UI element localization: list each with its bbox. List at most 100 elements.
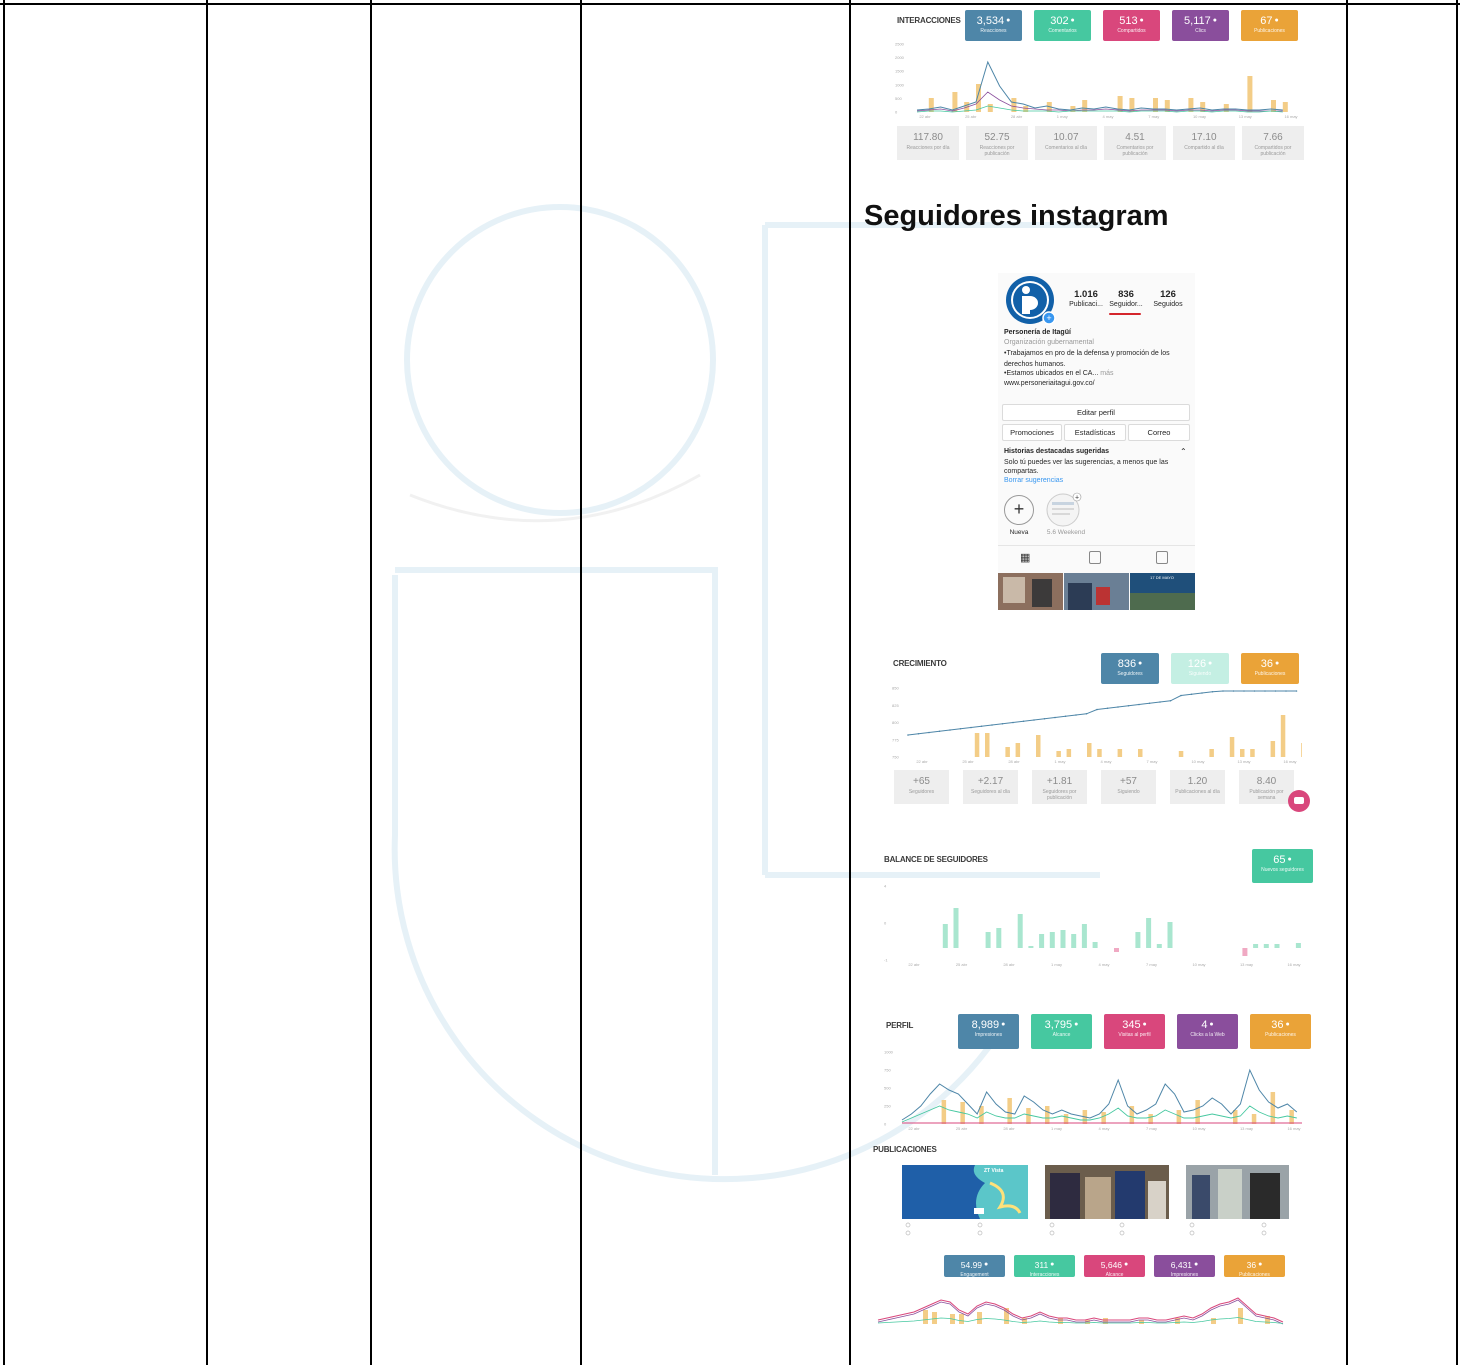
stat-value: +57: [1120, 776, 1137, 787]
badge-label: Publicaciones: [1265, 1032, 1296, 1038]
point: [970, 726, 972, 729]
bar: [1148, 1114, 1153, 1124]
compartidos-badge[interactable]: 513Compartidos: [1103, 10, 1160, 41]
badge-value: 4: [1177, 1014, 1238, 1032]
followers-label[interactable]: Seguidor...: [1106, 301, 1146, 308]
bar: [1270, 741, 1276, 757]
point: [1180, 694, 1182, 697]
bar: [1114, 948, 1119, 952]
x-tick-label: 7 may: [1148, 114, 1159, 119]
impresiones-badge[interactable]: 8,989Impresiones: [958, 1014, 1019, 1049]
impresiones-badge[interactable]: 6,431Impresiones: [1154, 1255, 1215, 1278]
stat-value: 7.66: [1263, 132, 1283, 143]
stat-value: 1.20: [1187, 776, 1208, 787]
x-tick-label: 4 may: [1101, 759, 1112, 764]
reacciones-badge[interactable]: 3,534Reacciones: [965, 10, 1022, 41]
more-link[interactable]: más: [1100, 370, 1113, 377]
profile-website-link[interactable]: www.personeriaitagui.gov.co/: [1004, 380, 1095, 387]
publicaciones-badge[interactable]: 36Publicaciones: [1241, 653, 1299, 684]
promotions-button[interactable]: Promociones: [1002, 424, 1062, 441]
seguidores-badge[interactable]: 836Seguidores: [1101, 653, 1159, 684]
new-highlight-plus-icon[interactable]: +: [1004, 495, 1034, 525]
tagged-icon[interactable]: [1156, 551, 1168, 564]
grid-view-icon[interactable]: ▦: [1020, 551, 1030, 564]
bar: [1195, 1100, 1200, 1124]
publicaciones-badge[interactable]: 36Publicaciones: [1250, 1014, 1311, 1049]
y-tick-label: 775: [892, 737, 899, 742]
y-tick-label: 750: [892, 755, 899, 760]
bar: [1097, 749, 1102, 757]
publicaciones-thumbnails[interactable]: ZT Vista: [900, 1163, 1300, 1241]
bar: [1071, 934, 1077, 948]
bar: [985, 932, 991, 948]
igtv-icon[interactable]: [1089, 551, 1101, 564]
highlights-title: Historias destacadas sugeridas: [1004, 448, 1110, 455]
bar: [1211, 1318, 1216, 1324]
y-tick-label: 0: [884, 921, 887, 926]
profile-avatar[interactable]: +: [1006, 276, 1056, 326]
column-border: [849, 0, 851, 1365]
y-tick-label: 500: [884, 1086, 891, 1091]
badge-value: 5,117: [1172, 10, 1229, 28]
x-tick-label: 4 may: [1099, 962, 1110, 967]
weekend-highlight-thumb[interactable]: +: [1046, 492, 1086, 528]
y-tick-label: 4: [884, 884, 887, 889]
comentarios-badge[interactable]: 302Comentarios: [1034, 10, 1091, 41]
publicaciones-badge[interactable]: 36Publicaciones: [1224, 1255, 1285, 1278]
balance-chart: 4 0 -1 22 abr 25 abr 28 abr 1 may 4 may 7 may 10 …: [884, 884, 1301, 967]
badge-value: 3,795: [1031, 1014, 1092, 1032]
svg-text:+: +: [1046, 313, 1051, 323]
clics-badge[interactable]: 5,117Clics: [1172, 10, 1229, 41]
followers-count[interactable]: 836: [1106, 289, 1146, 300]
perfil-chart: 1000 750 500 250 0 22 abr 25 abr 28 abr 1 may 4 m…: [884, 1050, 1302, 1131]
siguiendo-badge[interactable]: 126Siguiendo: [1171, 653, 1229, 684]
badge-value: 302: [1034, 10, 1091, 28]
x-tick-label: 1 may: [1051, 1126, 1062, 1131]
alcance-badge[interactable]: 5,646Alcance: [1084, 1255, 1145, 1278]
profile-post-grid[interactable]: 17 DE MAYO: [998, 573, 1195, 610]
badge-value: 513: [1103, 10, 1160, 28]
bar: [1007, 1098, 1012, 1124]
y-tick-label: 250: [884, 1104, 891, 1109]
column-border: [370, 0, 372, 1365]
interacciones-badge[interactable]: 311Interacciones: [1014, 1255, 1075, 1278]
perfil-title: PERFIL: [886, 1021, 914, 1030]
instagram-profile-screenshot: + 1.016 Publicaci... 836 Seguidor... 126…: [998, 273, 1195, 610]
weekend-highlight-label: 5.6 Weekend: [1046, 529, 1086, 536]
interacciones-chart: 2500 2000 1500 1000 500 0 22 abr 25 abr 28 abr 1 …: [895, 42, 1298, 120]
mail-button[interactable]: Correo: [1128, 424, 1190, 441]
column-border: [580, 0, 582, 1365]
crecimiento-title: CRECIMIENTO: [893, 659, 947, 668]
clear-suggestions-link[interactable]: Borrar sugerencias: [1004, 477, 1063, 484]
point: [949, 729, 951, 731]
x-tick-label: 7 may: [1146, 1126, 1157, 1131]
stat-seguidores-al-d-a: +2.17 Seguidores al día: [963, 770, 1018, 804]
bar: [1005, 747, 1010, 757]
bar: [1242, 948, 1248, 956]
badge-value: 126: [1171, 653, 1229, 671]
bar: [1238, 1308, 1243, 1324]
x-tick-label: 7 may: [1146, 962, 1157, 967]
collapse-chevron-icon[interactable]: ⌃: [1180, 447, 1187, 456]
alcance-badge[interactable]: 3,795Alcance: [1031, 1014, 1092, 1049]
point: [1064, 715, 1067, 718]
badge-label: Publicaciones: [1254, 28, 1285, 34]
bar: [1087, 743, 1092, 757]
profile-bio-2: •Estamos ubicados en el CA... más: [1004, 370, 1113, 377]
badge-label: Impresiones: [974, 1032, 1003, 1038]
x-tick-label: 1 may: [1055, 759, 1066, 764]
nuevos-seguidores-badge[interactable]: 65Nuevos seguidores: [1252, 849, 1313, 883]
edit-profile-button[interactable]: Editar perfil: [1002, 404, 1190, 421]
point: [917, 732, 920, 735]
bar: [1017, 914, 1023, 948]
visitas-al-perfil-badge[interactable]: 345Visitas al perfil: [1104, 1014, 1165, 1049]
publicaciones-badge[interactable]: 67Publicaciones: [1241, 10, 1298, 41]
x-tick-label: 28 abr: [1003, 1126, 1015, 1131]
chat-icon[interactable]: [1288, 790, 1310, 812]
statistics-button[interactable]: Estadísticas: [1064, 424, 1126, 441]
stat-value: 52.75: [984, 132, 1010, 143]
engagement-badge[interactable]: 54.99Engagement: [944, 1255, 1005, 1278]
clicks-a-la-web-badge[interactable]: 4Clicks a la Web: [1177, 1014, 1238, 1049]
y-tick-label: 0: [895, 110, 898, 115]
new-highlight-label: Nueva: [1009, 529, 1029, 536]
